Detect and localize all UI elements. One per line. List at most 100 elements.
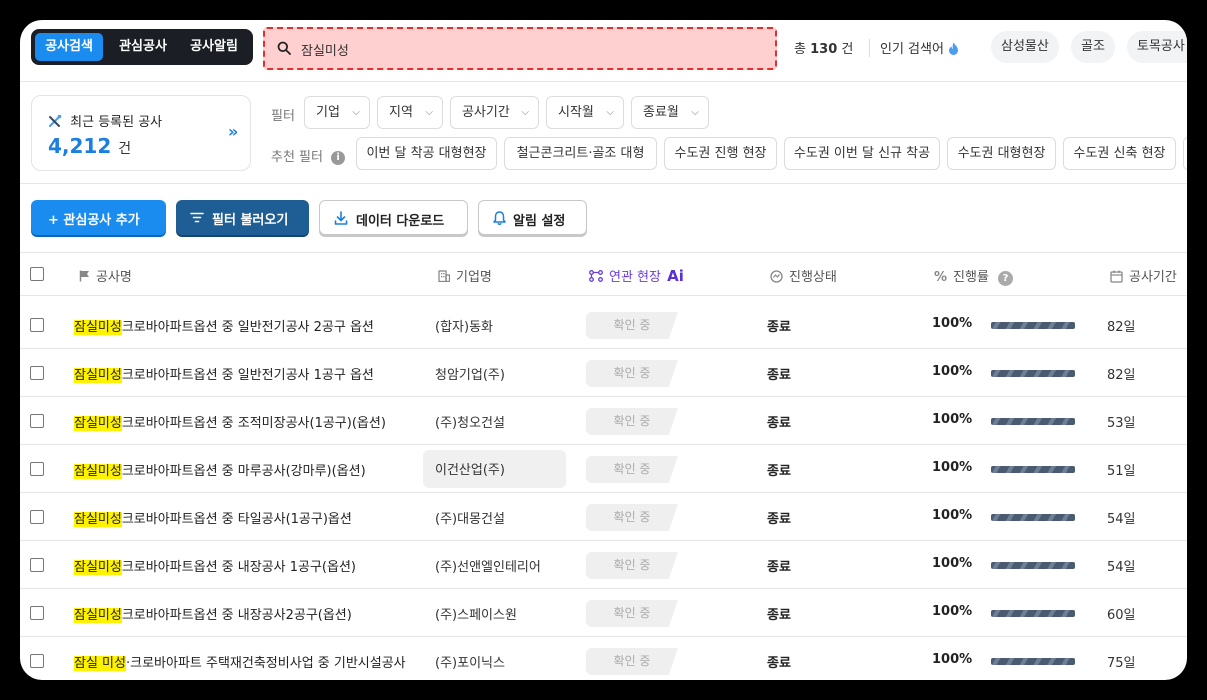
company-name[interactable]: (주)스페이스원 (435, 604, 555, 623)
help-icon[interactable]: ? (998, 271, 1014, 286)
chevron-down-icon: ⌵ (521, 107, 529, 118)
info-icon[interactable]: i (331, 151, 346, 165)
company-name[interactable]: (합자)동화 (435, 316, 555, 335)
tab-interest[interactable]: 관심공사 (111, 33, 175, 61)
progress-status: 종료 (767, 320, 791, 335)
search-input[interactable] (301, 38, 761, 60)
progress-bar (991, 418, 1075, 425)
project-name[interactable]: 잠실미성크로바아파트옵션 중 일반전기공사 2공구 옵션 (74, 316, 409, 335)
popular-keyword[interactable]: 골조 (1071, 31, 1115, 63)
header-linked[interactable]: 연관 현장 Ai (589, 266, 684, 285)
recent-title: 최근 등록된 공사 (70, 115, 163, 130)
table-row[interactable]: 잠실미성크로바아파트옵션 중 내장공사2공구(옵션) (주)스페이스원 확인 중 종료… (20, 589, 1187, 637)
row-checkbox[interactable] (30, 318, 44, 332)
progress-bar-fill (991, 418, 1075, 425)
flag-icon (79, 270, 89, 282)
table-row[interactable]: 잠실미성크로바아파트옵션 중 타일공사(1공구)옵션 (주)대몽건설 확인 중 종료 1… (20, 493, 1187, 541)
link-nodes-icon (589, 270, 603, 282)
header-progress[interactable]: % 진행률 ? (934, 266, 1014, 286)
table-row[interactable]: 잠실미성크로바아파트옵션 중 내장공사 1공구(옵션) (주)선앤엘인테리어 확인 … (20, 541, 1187, 589)
company-name[interactable]: (주)포이닉스 (435, 652, 555, 671)
tools-icon (49, 114, 62, 127)
project-name[interactable]: 잠실미성크로바아파트옵션 중 타일공사(1공구)옵션 (74, 508, 409, 527)
linked-site-status: 확인 중 (586, 552, 678, 579)
progress-bar (991, 610, 1075, 617)
progress-status: 종료 (767, 608, 791, 623)
linked-site-status: 확인 중 (586, 600, 678, 627)
dropdown-label: 종료월 (643, 105, 679, 120)
row-checkbox[interactable] (30, 558, 44, 572)
header-status[interactable]: 진행상태 (770, 266, 837, 285)
row-checkbox[interactable] (30, 510, 44, 524)
recommended-filter-chip[interactable]: 이번 달 착공 대형현장 (356, 137, 497, 170)
progress-percent: 100% (932, 652, 973, 667)
search-highlight: 잠실미성 (74, 320, 122, 335)
search-highlight: 잠실미성 (74, 416, 122, 431)
table-row[interactable]: 잠실 미성·크로바아파트 주택재건축정비사업 중 기반시설공사 (주)포이닉스 확인… (20, 637, 1187, 680)
load-filter-button[interactable]: 필터 불러오기 (176, 200, 309, 235)
project-name[interactable]: 잠실 미성·크로바아파트 주택재건축정비사업 중 기반시설공사 (74, 652, 409, 671)
filter-dropdown-region[interactable]: 지역 ⌵ (377, 96, 443, 129)
popular-keyword[interactable]: 토목공사 (1127, 31, 1187, 63)
linked-site-status: 확인 중 (586, 360, 678, 387)
popular-keyword[interactable]: 삼성물산 (991, 31, 1059, 63)
linked-site-status: 확인 중 (586, 648, 678, 675)
row-checkbox[interactable] (30, 606, 44, 620)
company-name[interactable]: (주)대몽건설 (435, 508, 555, 527)
add-interest-label: + 관심공사 추가 (48, 213, 140, 228)
progress-bar-fill (991, 514, 1075, 521)
recent-projects-card[interactable]: 최근 등록된 공사 4,212 건 » (31, 95, 251, 171)
header-status-label: 진행상태 (789, 270, 837, 285)
section-divider (20, 183, 1187, 184)
recommended-filter-chip[interactable]: 수도권 신축 현장 (1063, 137, 1176, 170)
filter-dropdown-start-month[interactable]: 시작월 ⌵ (546, 96, 624, 129)
search-box[interactable] (263, 27, 777, 70)
recommended-filter-chip[interactable]: 수도권 이번 달 신규 착공 (784, 137, 940, 170)
table-row[interactable]: 잠실미성크로바아파트옵션 중 일반전기공사 2공구 옵션 (합자)동화 확인 중 종료… (20, 301, 1187, 349)
row-checkbox[interactable] (30, 462, 44, 476)
row-checkbox[interactable] (30, 414, 44, 428)
table-row[interactable]: 잠실미성크로바아파트옵션 중 일반전기공사 1공구 옵션 청암기업(주) 확인 중 종… (20, 349, 1187, 397)
project-name[interactable]: 잠실미성크로바아파트옵션 중 내장공사 1공구(옵션) (74, 556, 409, 575)
select-all-checkbox[interactable] (30, 267, 44, 281)
tab-search[interactable]: 공사검색 (35, 33, 103, 61)
row-checkbox[interactable] (30, 654, 44, 668)
header-name[interactable]: 공사명 (79, 266, 132, 285)
recommended-filter-chip[interactable]: 수도권 진행 현장 (664, 137, 777, 170)
table-row[interactable]: 잠실미성크로바아파트옵션 중 조적미장공사(1공구)(옵션) (주)청오건설 확인 … (20, 397, 1187, 445)
add-interest-button[interactable]: + 관심공사 추가 (31, 200, 166, 235)
company-name[interactable]: 청암기업(주) (435, 364, 555, 383)
progress-bar (991, 562, 1075, 569)
recommended-filter-chip[interactable]: 철근콘크리트·골조 대형 (504, 137, 657, 170)
progress-bar (991, 466, 1075, 473)
filter-dropdown-company[interactable]: 기업 ⌵ (304, 96, 370, 129)
company-name[interactable]: 이건산업(주) (423, 450, 566, 488)
recommended-filter-chip-overflow[interactable] (1183, 137, 1187, 170)
recent-count: 4,212 (48, 134, 112, 158)
progress-percent: 100% (932, 364, 973, 379)
linked-site-status: 확인 중 (586, 504, 678, 531)
project-name[interactable]: 잠실미성크로바아파트옵션 중 조적미장공사(1공구)(옵션) (74, 412, 409, 431)
progress-status: 종료 (767, 368, 791, 383)
double-chevron-right-icon[interactable]: » (228, 122, 238, 141)
company-name[interactable]: (주)선앤엘인테리어 (435, 556, 555, 575)
company-name[interactable]: (주)청오건설 (435, 412, 555, 431)
tab-alerts[interactable]: 공사알림 (181, 33, 247, 61)
filter-dropdown-period[interactable]: 공사기간 ⌵ (450, 96, 539, 129)
project-name[interactable]: 잠실미성크로바아파트옵션 중 내장공사2공구(옵션) (74, 604, 409, 623)
download-data-button[interactable]: 데이터 다운로드 (319, 200, 468, 235)
project-name[interactable]: 잠실미성크로바아파트옵션 중 마루공사(강마루)(옵션) (74, 460, 409, 479)
alert-settings-button[interactable]: 알림 설정 (478, 200, 587, 235)
row-checkbox[interactable] (30, 366, 44, 380)
result-count: 총 130 건 (794, 38, 853, 57)
recommended-filter-chip[interactable]: 수도권 대형현장 (947, 137, 1056, 170)
header-company[interactable]: 기업명 (438, 266, 492, 285)
flame-icon (949, 42, 959, 55)
calendar-icon (1110, 270, 1123, 283)
project-name[interactable]: 잠실미성크로바아파트옵션 중 일반전기공사 1공구 옵션 (74, 364, 409, 383)
progress-percent: 100% (932, 508, 973, 523)
filter-dropdown-end-month[interactable]: 종료월 ⌵ (631, 96, 709, 129)
header-period[interactable]: 공사기간 (1110, 266, 1177, 285)
table-row[interactable]: 잠실미성크로바아파트옵션 중 마루공사(강마루)(옵션) 이건산업(주) 확인 중 종… (20, 445, 1187, 493)
progress-bar-fill (991, 610, 1075, 617)
